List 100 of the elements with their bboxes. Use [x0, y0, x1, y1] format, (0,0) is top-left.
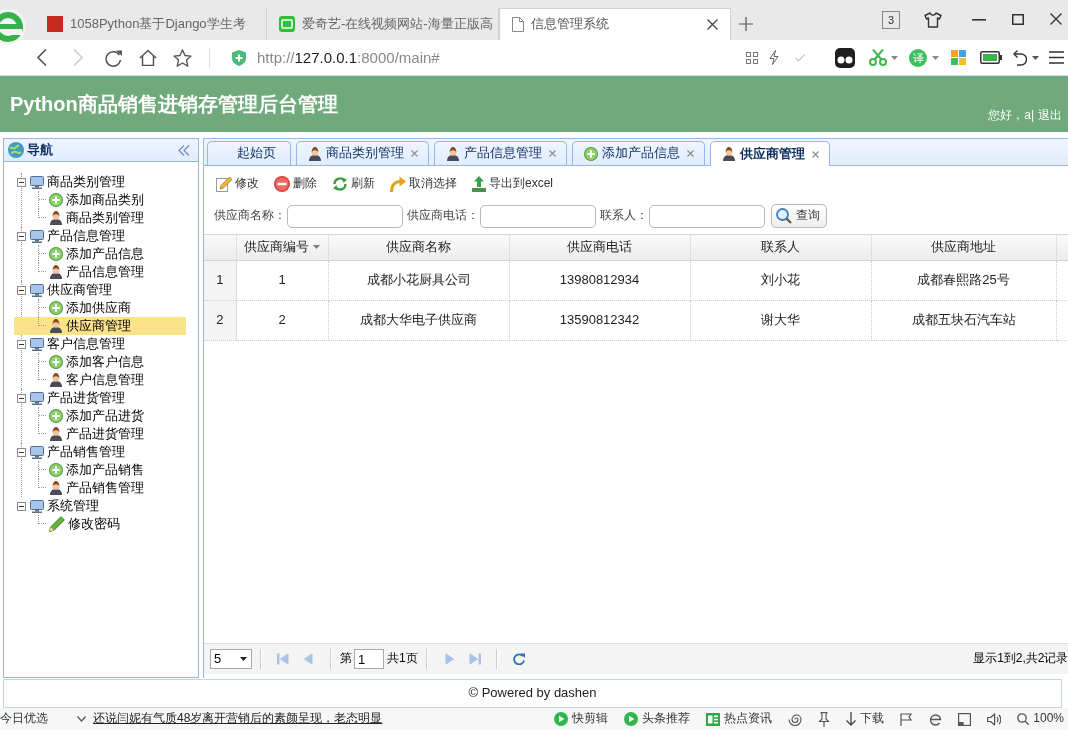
toolbar-button[interactable]: 取消选择	[388, 173, 461, 195]
minimize-icon[interactable]	[972, 19, 986, 21]
tab[interactable]: 产品信息管理	[434, 141, 567, 165]
news-link[interactable]: 还说闫妮有气质48岁离开营销后的素颜呈现，老态明显	[93, 711, 383, 727]
status-item[interactable]: 快剪辑	[554, 711, 609, 727]
caret-icon[interactable]	[891, 55, 898, 60]
collapse-toggle-icon[interactable]	[17, 177, 26, 187]
add-icon	[584, 146, 598, 161]
tree-node[interactable]: 产品销售管理	[17, 443, 198, 461]
reload-icon[interactable]	[104, 48, 122, 67]
tree-node[interactable]: 供应商管理	[17, 281, 198, 299]
column-header[interactable]: 供应商编号	[236, 235, 328, 260]
play-icon	[554, 712, 569, 726]
close-icon[interactable]	[707, 19, 718, 30]
table-cell: 成都大华电子供应商	[328, 300, 509, 340]
maximize-icon[interactable]	[1012, 14, 1024, 25]
window-icon[interactable]	[958, 712, 972, 726]
close-icon[interactable]	[1050, 13, 1062, 25]
tree-node[interactable]: 添加产品进货	[14, 407, 186, 425]
person-icon	[446, 146, 460, 161]
row-number: 1	[204, 260, 236, 300]
browser-e-icon[interactable]	[929, 712, 943, 726]
collapse-toggle-icon[interactable]	[17, 285, 26, 295]
page-label: 共1页	[387, 651, 418, 667]
pushpin-icon[interactable]	[818, 711, 831, 727]
table-cell: 成都小花厨具公司	[328, 260, 509, 300]
tree-node[interactable]: 产品信息管理	[17, 227, 198, 245]
status-item[interactable]: 热点资讯	[706, 711, 773, 727]
new-tab-icon[interactable]	[739, 17, 753, 31]
menu-icon[interactable]	[1049, 51, 1064, 64]
column-header[interactable]: 供应商名称	[328, 235, 509, 260]
tree-node[interactable]: 系统管理	[17, 497, 198, 515]
tree-node[interactable]: 添加客户信息	[14, 353, 186, 371]
collapse-toggle-icon[interactable]	[17, 393, 26, 403]
scissors-icon[interactable]	[869, 49, 887, 66]
goggles-icon[interactable]	[835, 47, 855, 68]
grid-icon[interactable]	[746, 51, 758, 64]
status-item[interactable]: 头条推荐	[624, 711, 691, 727]
tree-node[interactable]: 商品类别管理	[14, 209, 186, 227]
column-header[interactable]: 供应商地址	[871, 235, 1056, 260]
page-size-select[interactable]: 5	[210, 649, 252, 669]
table-row[interactable]: 1 1 成都小花厨具公司 13980812934 刘小花 成都春熙路25号	[204, 260, 1068, 300]
search-field[interactable]	[649, 204, 765, 228]
speaker-icon[interactable]	[987, 712, 1002, 726]
tree-node[interactable]: 添加产品信息	[14, 245, 186, 263]
add-icon	[49, 355, 63, 369]
tree-node[interactable]: 产品信息管理	[14, 263, 186, 281]
pencil-icon	[49, 516, 65, 532]
collapse-toggle-icon[interactable]	[17, 231, 26, 241]
search-button[interactable]: 查询	[771, 204, 827, 228]
tiles-icon[interactable]	[951, 50, 966, 65]
field-label: 联系人：	[600, 208, 648, 224]
tree-node[interactable]: 添加商品类别	[14, 191, 186, 209]
tab[interactable]: 商品类别管理	[296, 141, 429, 165]
tree-node[interactable]: 添加产品销售	[14, 461, 186, 479]
column-header[interactable]: 联系人	[690, 235, 871, 260]
collapse-toggle-icon[interactable]	[17, 339, 26, 349]
tree-node[interactable]: 修改密码	[14, 515, 186, 533]
status-item[interactable]: 下载	[846, 711, 885, 727]
swirl-icon[interactable]	[788, 712, 803, 726]
column-header[interactable]: 供应商电话	[509, 235, 690, 260]
page-input[interactable]: 1	[354, 649, 384, 669]
star-icon[interactable]	[173, 48, 192, 67]
tree-node[interactable]: 客户信息管理	[17, 335, 198, 353]
collapse-toggle-icon[interactable]	[17, 447, 26, 457]
battery-icon[interactable]	[980, 51, 1002, 64]
app-title: Python商品销售进销存管理后台管理	[9, 92, 338, 117]
caret-icon[interactable]	[1032, 55, 1039, 60]
tab[interactable]: 起始页	[207, 141, 291, 165]
video-favicon-icon	[279, 16, 295, 32]
address-field[interactable]: http://127.0.0.1:8000/main#	[257, 47, 440, 68]
browser-tab[interactable]: 信息管理系统	[499, 8, 731, 40]
tree-node[interactable]: 客户信息管理	[14, 371, 186, 389]
toolbar-button[interactable]: 修改	[214, 173, 263, 195]
flag-icon[interactable]	[900, 712, 914, 726]
toolbar-button[interactable]: 删除	[272, 173, 321, 195]
table-row[interactable]: 2 2 成都大华电子供应商 13590812342 谢大华 成都五块石汽车站	[204, 300, 1068, 340]
tab[interactable]: 供应商管理	[710, 141, 830, 166]
lightning-icon[interactable]	[769, 50, 779, 65]
back-icon[interactable]	[37, 49, 47, 66]
tree-node[interactable]: 商品类别管理	[17, 173, 198, 191]
tab[interactable]: 添加产品信息	[572, 141, 705, 165]
search-field[interactable]	[480, 204, 596, 228]
shirt-icon[interactable]	[924, 12, 942, 28]
toolbar-button[interactable]: 刷新	[330, 173, 379, 195]
search-field[interactable]	[287, 204, 403, 228]
undo-icon[interactable]	[1013, 49, 1027, 66]
collapse-toggle-icon[interactable]	[17, 501, 26, 511]
chevron-down-icon[interactable]	[77, 716, 86, 722]
tree-node[interactable]: 产品进货管理	[17, 389, 198, 407]
person-icon	[308, 146, 322, 161]
toolbar-button[interactable]: 导出到excel	[470, 173, 557, 195]
tree-node[interactable]: 产品进货管理	[14, 425, 186, 443]
tab-count-button[interactable]: 3	[881, 11, 900, 29]
caret-icon[interactable]	[932, 55, 939, 60]
home-icon[interactable]	[139, 49, 157, 66]
add-icon	[49, 301, 63, 315]
tree-node[interactable]: 产品销售管理	[14, 479, 186, 497]
zoom-control[interactable]: 100%	[1017, 711, 1064, 727]
tree-node[interactable]: 供应商管理	[14, 317, 186, 335]
